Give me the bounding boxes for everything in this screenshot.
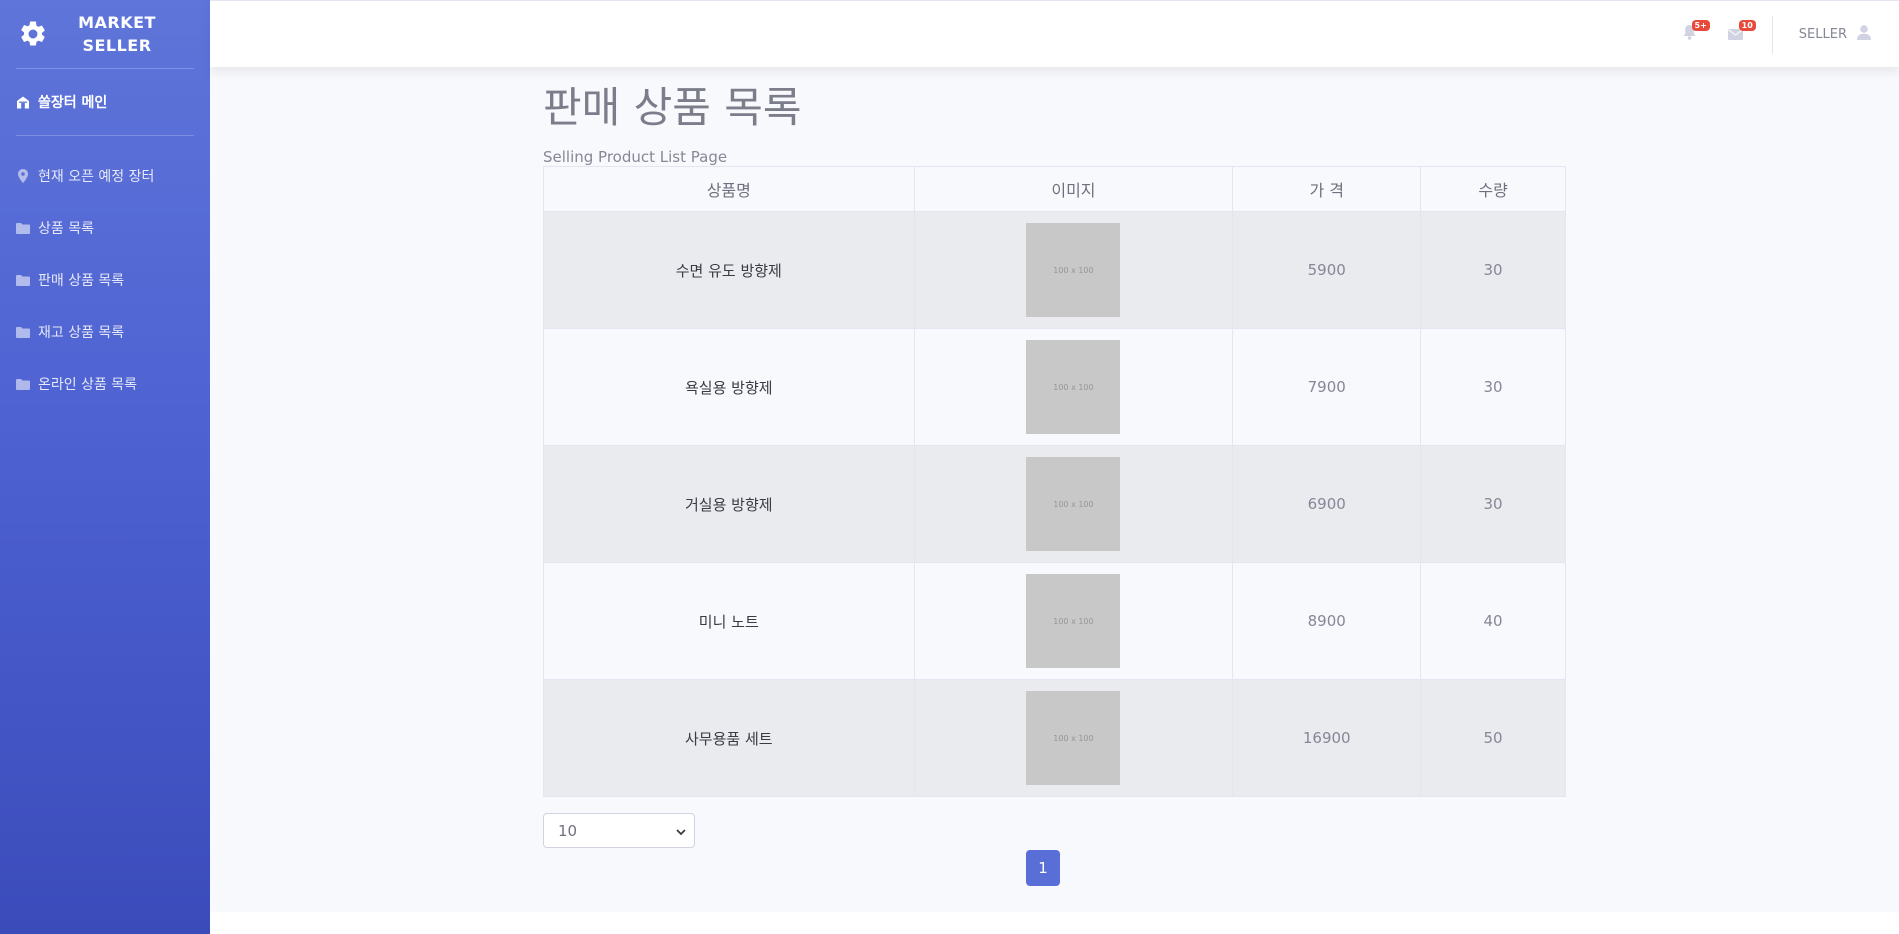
product-image-cell: 100 x 100 <box>913 445 1234 563</box>
brand-line-1: MARKET <box>78 13 156 32</box>
sidebar-item-stock-products[interactable]: 재고 상품 목록 <box>0 306 210 358</box>
messages-badge: 10 <box>1738 19 1756 31</box>
column-header-quantity[interactable]: 수량 <box>1420 166 1566 212</box>
sidebar-item-selling-products[interactable]: 판매 상품 목록 <box>0 254 210 306</box>
folder-icon <box>16 221 30 235</box>
product-image: 100 x 100 <box>1026 340 1121 434</box>
page-subtitle: Selling Product List Page <box>543 148 728 166</box>
sidebar-item-main[interactable]: 쏠장터 메인 <box>0 69 210 135</box>
page-size-value: 10 <box>558 821 578 840</box>
product-image: 100 x 100 <box>1026 457 1121 551</box>
sidebar-item-label: 쏠장터 메인 <box>38 95 108 111</box>
product-name: 미니 노트 <box>543 562 915 680</box>
product-name: 욕실용 방향제 <box>543 328 915 446</box>
folder-icon <box>16 377 30 391</box>
product-price: 8900 <box>1232 562 1422 680</box>
product-quantity: 30 <box>1420 211 1566 329</box>
product-image-cell: 100 x 100 <box>913 562 1234 680</box>
table-row[interactable]: 미니 노트 100 x 100 8900 40 <box>543 562 1566 680</box>
product-image: 100 x 100 <box>1026 691 1121 785</box>
brand-line-2: SELLER <box>82 36 152 55</box>
product-quantity: 30 <box>1420 445 1566 563</box>
sidebar-item-label: 상품 목록 <box>38 221 94 237</box>
table-row[interactable]: 수면 유도 방향제 100 x 100 5900 30 <box>543 211 1566 329</box>
topbar-divider <box>1771 15 1773 54</box>
user-menu[interactable]: SELLER <box>1799 25 1871 44</box>
table-row[interactable]: 욕실용 방향제 100 x 100 7900 30 <box>543 328 1566 446</box>
product-quantity: 50 <box>1420 679 1566 797</box>
map-marker-icon <box>16 169 30 183</box>
column-header-image[interactable]: 이미지 <box>913 166 1234 212</box>
product-image: 100 x 100 <box>1026 223 1121 317</box>
product-name: 거실용 방향제 <box>543 445 915 563</box>
product-image-cell: 100 x 100 <box>913 211 1234 329</box>
table-header-row: 상품명 이미지 가 격 수량 <box>543 166 1566 212</box>
alerts-badge: 5+ <box>1691 19 1710 31</box>
product-quantity: 40 <box>1420 562 1566 680</box>
store-icon <box>16 95 30 109</box>
sidebar-item-products[interactable]: 상품 목록 <box>0 202 210 254</box>
alerts-button[interactable]: 5+ <box>1680 19 1710 45</box>
table-row[interactable]: 거실용 방향제 100 x 100 6900 30 <box>543 445 1566 563</box>
user-name: SELLER <box>1798 27 1847 42</box>
topbar: 5+ 10 SELLER <box>210 0 1899 67</box>
folder-icon <box>16 273 30 287</box>
product-image: 100 x 100 <box>1026 574 1121 668</box>
page-title: 판매 상품 목록 <box>543 83 802 132</box>
table-row[interactable]: 사무용품 세트 100 x 100 16900 50 <box>543 679 1566 797</box>
product-table: 상품명 이미지 가 격 수량 수면 유도 방향제 100 x 100 5900 … <box>543 166 1566 797</box>
sidebar-item-online-products[interactable]: 온라인 상품 목록 <box>0 358 210 410</box>
product-image-cell: 100 x 100 <box>913 679 1234 797</box>
product-image-cell: 100 x 100 <box>913 328 1234 446</box>
topbar-actions: 5+ 10 SELLER <box>1654 1 1871 68</box>
product-name: 사무용품 세트 <box>543 679 915 797</box>
messages-button[interactable]: 10 <box>1726 19 1756 45</box>
sidebar-item-label: 재고 상품 목록 <box>38 325 125 341</box>
folder-icon <box>16 325 30 339</box>
product-price: 16900 <box>1232 679 1422 797</box>
brand-name: MARKET SELLER <box>48 11 192 57</box>
product-price: 6900 <box>1232 445 1422 563</box>
page-button-current[interactable]: 1 <box>1026 850 1060 886</box>
sidebar-item-open-market[interactable]: 현재 오픈 예정 장터 <box>0 150 210 202</box>
column-header-price[interactable]: 가 격 <box>1232 166 1422 212</box>
footer <box>210 912 1899 934</box>
page-size-select[interactable]: 10 <box>543 813 695 848</box>
gear-icon <box>18 19 48 49</box>
sidebar-item-label: 현재 오픈 예정 장터 <box>38 169 155 185</box>
pagination: 1 <box>543 850 1566 886</box>
product-name: 수면 유도 방향제 <box>543 211 915 329</box>
product-price: 5900 <box>1232 211 1422 329</box>
chevron-down-icon <box>676 822 686 840</box>
column-header-name[interactable]: 상품명 <box>543 166 915 212</box>
product-price: 7900 <box>1232 328 1422 446</box>
product-quantity: 30 <box>1420 328 1566 446</box>
user-icon <box>1857 25 1871 44</box>
main-content: 판매 상품 목록 Selling Product List Page 상품명 이… <box>543 82 1567 886</box>
sidebar-item-label: 판매 상품 목록 <box>38 273 125 289</box>
sidebar: MARKET SELLER 쏠장터 메인 현재 오픈 예정 장터 상품 목록 판… <box>0 0 210 934</box>
brand[interactable]: MARKET SELLER <box>0 0 210 68</box>
sidebar-item-label: 온라인 상품 목록 <box>38 377 138 393</box>
